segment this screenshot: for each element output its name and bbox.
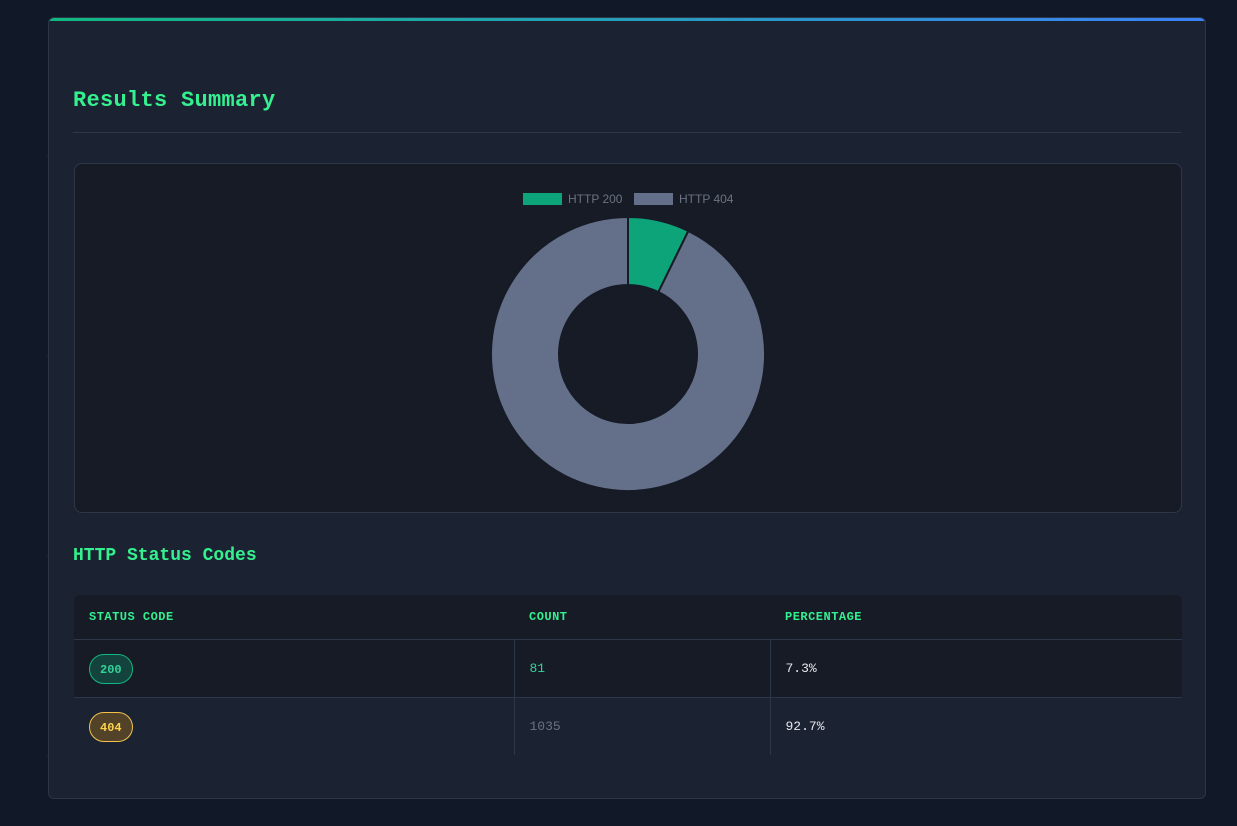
section-title-status-codes: HTTP Status Codes bbox=[73, 546, 257, 566]
status-code-cell: 404 bbox=[74, 697, 515, 755]
percentage-cell: 92.7% bbox=[770, 697, 1182, 755]
column-header-count[interactable]: COUNT bbox=[514, 595, 770, 640]
status-badge-404: 404 bbox=[89, 711, 133, 742]
chart-legend: HTTP 200 HTTP 404 bbox=[523, 192, 734, 206]
legend-swatch-http-404[interactable] bbox=[634, 193, 673, 205]
chart-panel: HTTP 200 HTTP 404 bbox=[74, 163, 1182, 513]
status-table: STATUS CODE COUNT PERCENTAGE 200 81 7.3%… bbox=[74, 595, 1182, 755]
chart-slices bbox=[490, 215, 766, 492]
legend-label-http-200[interactable]: HTTP 200 bbox=[568, 192, 623, 206]
count-cell: 81 bbox=[514, 639, 771, 698]
status-table-wrapper: STATUS CODE COUNT PERCENTAGE 200 81 7.3%… bbox=[74, 595, 1182, 755]
legend-label-http-404[interactable]: HTTP 404 bbox=[679, 192, 734, 206]
status-badge-200: 200 bbox=[89, 653, 133, 684]
legend-swatch-http-200[interactable] bbox=[523, 193, 562, 205]
status-code-cell: 200 bbox=[74, 639, 515, 698]
table-row: 200 81 7.3% bbox=[74, 639, 1182, 698]
card-accent-bar bbox=[49, 18, 1205, 21]
percentage-cell: 7.3% bbox=[770, 639, 1182, 698]
column-header-status-code[interactable]: STATUS CODE bbox=[74, 595, 514, 640]
page-title: Results Summary bbox=[73, 88, 276, 113]
table-header-row: STATUS CODE COUNT PERCENTAGE bbox=[74, 595, 1182, 640]
table-row: 404 1035 92.7% bbox=[74, 697, 1182, 755]
column-header-percentage[interactable]: PERCENTAGE bbox=[770, 595, 1182, 640]
results-card: Results Summary HTTP 200 HTTP 404 HTTP St… bbox=[48, 17, 1206, 799]
title-divider bbox=[73, 132, 1181, 133]
donut-slice-http-404[interactable] bbox=[490, 215, 766, 492]
count-cell: 1035 bbox=[514, 697, 771, 755]
donut-chart: HTTP 200 HTTP 404 bbox=[490, 192, 766, 492]
